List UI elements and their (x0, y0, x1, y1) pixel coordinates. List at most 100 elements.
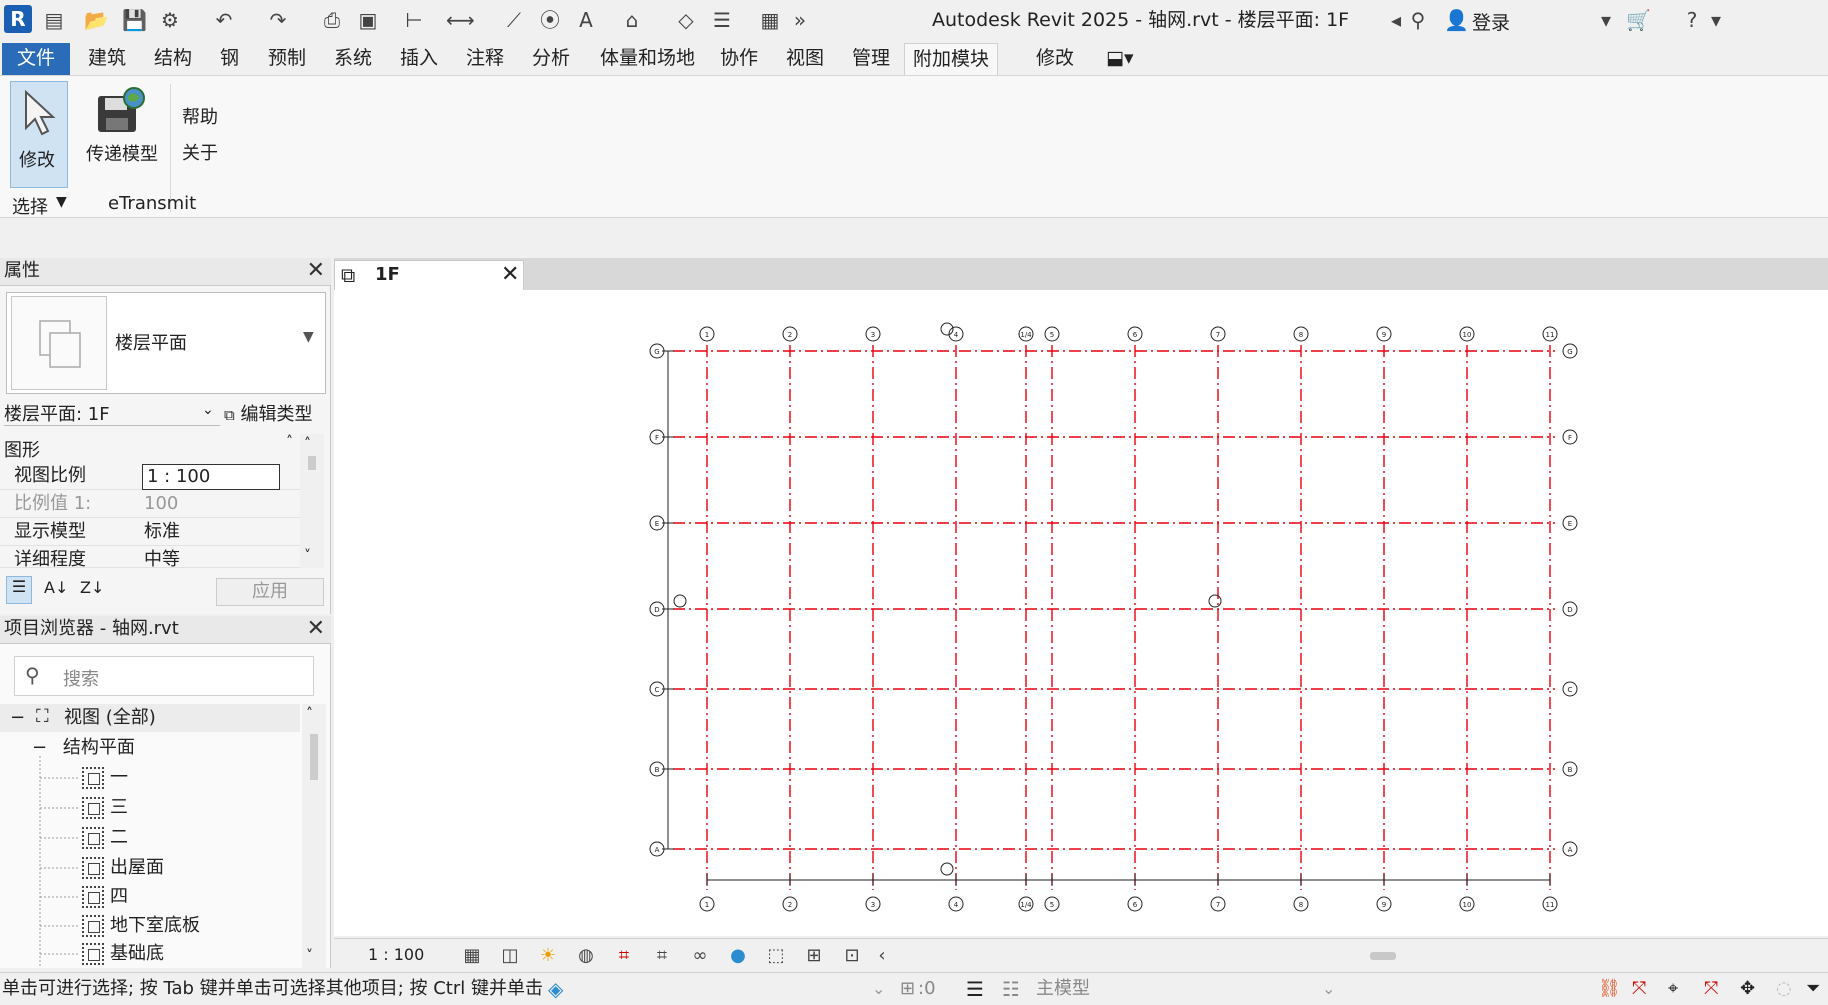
apply-button[interactable]: 应用 (216, 578, 324, 606)
scroll-thumb[interactable] (308, 456, 316, 470)
temp-view-props-icon[interactable]: ⊞ (802, 945, 826, 967)
view-tab-1f[interactable]: ⧉ 1F ✕ (334, 260, 524, 290)
binoculars-icon[interactable]: ⚲ (1406, 8, 1430, 32)
drag-elements-icon[interactable]: ✥ (1740, 973, 1755, 1005)
grid-2-bottom-label[interactable]: 2 (788, 901, 792, 909)
tag-icon[interactable]: ⦿ (538, 8, 562, 32)
properties-scrollbar[interactable]: ˄ ˅ (300, 434, 324, 568)
modify-button[interactable]: 修改 (10, 81, 68, 188)
edit-type-button[interactable]: ⧉ 编辑类型 (224, 400, 312, 426)
grid-F-right-label[interactable]: F (1568, 434, 1572, 442)
prop-detail-level[interactable]: 详细程度 中等 (0, 546, 300, 568)
design-options-icon[interactable]: ☰ (966, 973, 984, 1005)
select-panel-label[interactable]: 选择 (12, 193, 48, 219)
ribbon-toggle-icon[interactable]: ⬓▾ (1098, 43, 1142, 75)
tree-item[interactable]: 出屋面 (82, 854, 164, 882)
grid-D-right-label[interactable]: D (1567, 606, 1572, 614)
grid-D-left-label[interactable]: D (654, 606, 659, 614)
selection-filter-icon[interactable]: ⊞ (900, 973, 915, 1005)
grid-B-left-label[interactable]: B (655, 766, 660, 774)
tab-precast[interactable]: 预制 (260, 43, 314, 75)
redo-icon[interactable]: ↷ (266, 8, 290, 32)
shadows-icon[interactable]: ◍ (574, 945, 598, 967)
scroll-thumb[interactable] (310, 734, 318, 780)
sort-ascending-icon[interactable]: A↓ (44, 578, 68, 597)
grid-10-top-label[interactable]: 10 (1463, 331, 1472, 339)
tab-insert[interactable]: 插入 (392, 43, 446, 75)
scroll-up-icon[interactable]: ˄ (306, 706, 313, 722)
dimension-icon[interactable]: ⟷ (446, 8, 475, 32)
transmit-model-button[interactable] (96, 86, 146, 134)
sync-icon[interactable]: ⚙ (158, 8, 182, 32)
print-icon[interactable]: ⎙ (320, 8, 344, 32)
crop-region-icon[interactable]: ⌗ (650, 945, 674, 967)
more-icon[interactable]: » (788, 8, 812, 32)
select-dropdown-icon[interactable]: ▼ (56, 194, 67, 210)
chevron-down-icon[interactable]: ⌄ (872, 973, 885, 1005)
grid-A-left-label[interactable]: A (655, 846, 660, 854)
unlock-3d-icon[interactable]: ∞ (688, 945, 712, 967)
measure-icon[interactable]: ⊢ (402, 8, 426, 32)
grid-plan[interactable]: G GF FE ED DC CB BA A112233441/41/4556677889910… (334, 290, 1828, 936)
grid-B-right-label[interactable]: B (1568, 766, 1573, 774)
grid-7-bottom-label[interactable]: 7 (1216, 901, 1220, 909)
tree-root[interactable]: − ⛶ 视图 (全部) (0, 704, 300, 732)
grid-G-left-label[interactable]: G (654, 348, 659, 356)
drawing-canvas[interactable]: G G F F E E D D C C B B A A 1 1 2 2 3 3 4 4 1/4 1/4 5 5 6 6 7 7 8 8 9 9 10… (334, 290, 1828, 936)
elevation-marker-south[interactable] (940, 862, 954, 876)
tab-manage[interactable]: 管理 (844, 43, 898, 75)
align-icon[interactable]: ⟋ (502, 8, 526, 32)
view-scale-control[interactable]: 1 : 100 (368, 945, 424, 964)
view-scale-input[interactable]: 1 : 100 (142, 464, 280, 490)
close-icon[interactable]: ✕ (307, 617, 325, 641)
grid-11-top-label[interactable]: 11 (1546, 331, 1555, 339)
collapse-icon[interactable]: ˄ (286, 434, 293, 450)
collapse-minus-icon[interactable]: − (32, 737, 47, 758)
grid-G-right-label[interactable]: G (1567, 348, 1572, 356)
about-button[interactable]: 关于 (182, 139, 218, 165)
grid-3-bottom-label[interactable]: 3 (871, 901, 875, 909)
browser-scrollbar[interactable]: ˄ ˅ (302, 704, 326, 968)
grid-10-bottom-label[interactable]: 10 (1463, 901, 1472, 909)
search-input[interactable]: ⚲ 搜索 (14, 656, 314, 696)
tab-addins[interactable]: 附加模块 (904, 43, 999, 75)
tab-structure[interactable]: 结构 (146, 43, 200, 75)
grid-C-right-label[interactable]: C (1568, 686, 1573, 694)
home-icon[interactable]: ▤ (42, 8, 66, 32)
grid-C-left-label[interactable]: C (655, 686, 660, 694)
grid-7-top-label[interactable]: 7 (1216, 331, 1220, 339)
close-icon[interactable]: ✕ (501, 262, 519, 287)
tab-collaborate[interactable]: 协作 (712, 43, 766, 75)
grid-11-bottom-label[interactable]: 11 (1546, 901, 1555, 909)
grid-F-left-label[interactable]: F (655, 434, 659, 442)
3d-view-icon[interactable]: ⌂ (620, 8, 644, 32)
crop-view-icon[interactable]: ⌗ (612, 945, 636, 967)
grid-6-top-label[interactable]: 6 (1133, 331, 1138, 339)
help-icon[interactable]: ? (1680, 8, 1704, 32)
grid-3-top-label[interactable]: 3 (871, 331, 875, 339)
active-model[interactable]: 主模型 (1036, 973, 1090, 1005)
tree-item[interactable]: 地下室底板 (82, 912, 200, 940)
scroll-up-icon[interactable]: ˄ (304, 436, 311, 452)
visual-style-icon[interactable]: ◫ (498, 945, 522, 967)
tab-view[interactable]: 视图 (778, 43, 832, 75)
tab-modify[interactable]: 修改 (1028, 43, 1082, 75)
grid-E-right-label[interactable]: E (1568, 520, 1572, 528)
detail-level-icon[interactable]: ▦ (460, 945, 484, 967)
help-button[interactable]: 帮助 (182, 103, 218, 129)
scroll-down-icon[interactable]: ˅ (306, 948, 313, 964)
save-icon[interactable]: 💾 (122, 8, 147, 32)
tree-item[interactable]: 基础底 (82, 940, 164, 966)
tab-analyze[interactable]: 分析 (524, 43, 578, 75)
select-by-face-icon[interactable]: ⤧ (1704, 973, 1718, 1005)
type-selector[interactable]: 楼层平面 ▼ (6, 292, 326, 394)
grid-8-top-label[interactable]: 8 (1299, 331, 1303, 339)
open-icon[interactable]: 📂 (84, 8, 109, 32)
help-dropdown-icon[interactable]: ▾ (1704, 8, 1728, 32)
tab-systems[interactable]: 系统 (326, 43, 380, 75)
grid-1/4-bottom-label[interactable]: 1/4 (1020, 901, 1032, 909)
analysis-display-icon[interactable]: ⊡ (840, 945, 864, 967)
user-icon[interactable]: 👤 (1444, 8, 1469, 32)
select-pinned-icon[interactable]: ⌖ (1668, 973, 1678, 1005)
grid-6-bottom-label[interactable]: 6 (1133, 901, 1138, 909)
